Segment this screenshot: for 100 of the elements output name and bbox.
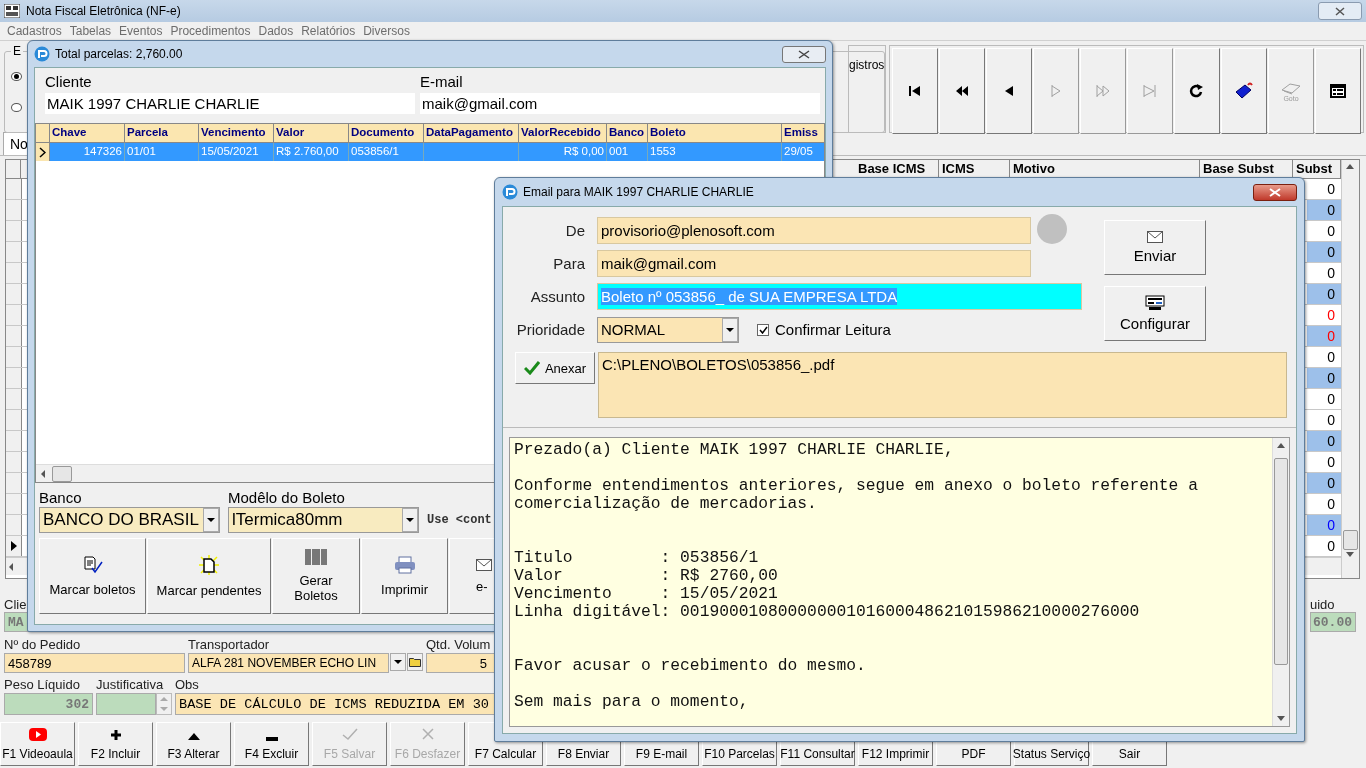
row-header-cell[interactable] xyxy=(6,221,22,241)
next-icon xyxy=(1049,84,1063,98)
menu-item[interactable]: Dados xyxy=(254,24,298,38)
attachment-field[interactable]: C:\PLENO\BOLETOS\053856_.pdf xyxy=(598,352,1287,418)
scroll-left-icon[interactable] xyxy=(41,469,46,478)
radio-button[interactable] xyxy=(11,103,22,112)
field-label: Clie xyxy=(4,597,28,612)
tag-icon xyxy=(1234,82,1254,100)
scrollbar-thumb[interactable] xyxy=(52,465,72,482)
client-name-field: MAIK 1997 CHARLIE CHARLIE xyxy=(45,93,415,114)
row-header-cell[interactable] xyxy=(6,410,22,430)
form-icon xyxy=(1329,83,1347,99)
email-field: maik@gmail.com xyxy=(420,93,820,114)
dropdown-arrow-icon[interactable] xyxy=(207,518,215,522)
column-header: ValorRecebido xyxy=(519,124,607,142)
table-cell: 15/05/2021 xyxy=(199,143,274,161)
row-header-cell[interactable] xyxy=(6,326,22,346)
order-number-field[interactable]: 458789 xyxy=(4,653,185,673)
row-header-cell[interactable] xyxy=(6,452,22,472)
rewind-icon xyxy=(955,85,969,97)
cell-value: 0 xyxy=(1327,328,1335,344)
column-header: Emiss xyxy=(783,125,819,140)
configure-button[interactable]: Configurar xyxy=(1104,285,1206,341)
cell-value: 0 xyxy=(1327,475,1335,491)
menu-item[interactable]: Procedimentos xyxy=(166,24,255,38)
close-button[interactable] xyxy=(782,45,826,63)
row-header-cell[interactable] xyxy=(36,143,50,161)
function-key-button[interactable]: F1 Videoaula xyxy=(0,722,75,766)
row-header-cell[interactable] xyxy=(6,368,22,388)
video-icon xyxy=(28,728,47,741)
function-key-button[interactable]: F4 Excluir xyxy=(234,722,309,766)
radio-button[interactable] xyxy=(11,72,22,81)
table-cell: 001 xyxy=(607,143,648,161)
priority-dropdown[interactable]: NORMAL xyxy=(597,316,739,343)
row-header-cell[interactable] xyxy=(6,473,22,493)
row-header-cell[interactable] xyxy=(6,494,22,514)
group-label: E xyxy=(11,44,23,58)
function-key-button[interactable]: F2 Incluir xyxy=(78,722,153,766)
function-key-button[interactable]: F3 Alterar xyxy=(156,722,231,766)
column-header: Documento xyxy=(349,124,424,142)
cell-value: 0 xyxy=(1327,496,1335,512)
row-header-cell[interactable] xyxy=(6,431,22,451)
folder-icon[interactable] xyxy=(407,653,423,671)
dropdown-arrow-icon[interactable] xyxy=(726,327,734,332)
to-field[interactable]: maik@gmail.com xyxy=(597,250,1031,277)
justification-field[interactable] xyxy=(96,693,156,715)
menu-item[interactable]: Relatórios xyxy=(297,24,360,38)
attach-button[interactable]: Anexar xyxy=(515,352,595,384)
vertical-scrollbar[interactable] xyxy=(1341,160,1359,578)
field-label: Qtd. Volum xyxy=(426,637,492,652)
row-header-cell[interactable] xyxy=(6,536,22,556)
envelope-icon xyxy=(476,558,492,571)
carrier-dropdown[interactable]: ALFA 281 NOVEMBER ECHO LIN xyxy=(188,653,389,673)
hint-text: Use <cont xyxy=(427,513,492,529)
template-dropdown[interactable]: lTermica80mm xyxy=(228,507,419,533)
row-header-cell[interactable] xyxy=(6,263,22,283)
field-label: De xyxy=(564,222,586,239)
navigation-button[interactable] xyxy=(1221,48,1267,134)
action-button[interactable]: Marcar pendentes xyxy=(147,538,271,614)
row-header-cell[interactable] xyxy=(6,200,22,220)
app-logo-icon xyxy=(502,184,518,200)
action-button[interactable]: Marcar boletos xyxy=(39,538,146,614)
row-header-cell[interactable] xyxy=(6,242,22,262)
scroll-down-arrow-icon[interactable] xyxy=(1346,552,1354,557)
row-pointer-icon xyxy=(39,146,46,158)
menu-item[interactable]: Diversos xyxy=(359,24,414,38)
close-icon xyxy=(1335,6,1345,16)
row-header-cell[interactable] xyxy=(6,179,22,199)
cell-value: 0 xyxy=(1327,370,1335,386)
window-title: Total parcelas: 2,760.00 xyxy=(55,47,183,61)
checkbox[interactable] xyxy=(757,323,769,336)
table-cell-text: 29/05 xyxy=(783,144,814,159)
dropdown-arrow-icon[interactable] xyxy=(406,518,414,522)
checkbox-label: Confirmar Leitura xyxy=(775,321,891,338)
close-button[interactable] xyxy=(1253,183,1297,201)
send-button[interactable]: Enviar xyxy=(1104,219,1206,275)
scroll-up-arrow-icon[interactable] xyxy=(1346,164,1354,169)
field-label: Cliente xyxy=(45,73,93,90)
from-field[interactable]: provisorio@plenosoft.com xyxy=(597,217,1031,244)
action-button[interactable]: Imprimir xyxy=(361,538,448,614)
row-header-cell[interactable] xyxy=(6,515,22,535)
up-triangle-icon xyxy=(186,732,201,741)
configure-icon xyxy=(1145,294,1165,311)
navigation-button[interactable] xyxy=(1315,48,1361,134)
bank-dropdown[interactable]: BANCO DO BRASIL xyxy=(39,507,220,533)
menu-item[interactable]: Eventos xyxy=(115,24,167,38)
action-button[interactable]: Gerar Boletos xyxy=(272,538,360,614)
previous-icon xyxy=(1003,85,1015,97)
menu-item[interactable]: Cadastros xyxy=(3,24,66,38)
field-label: Obs xyxy=(175,677,200,692)
field-label: Banco xyxy=(39,489,83,506)
column-header: DataPagamento xyxy=(424,124,519,142)
fast-forward-icon xyxy=(1095,84,1111,98)
row-header-cell[interactable] xyxy=(6,305,22,325)
row-header-cell[interactable] xyxy=(6,389,22,409)
scrollbar-thumb[interactable] xyxy=(1343,530,1358,550)
first-record-icon xyxy=(908,85,922,97)
menu-item[interactable]: Tabelas xyxy=(65,24,116,38)
row-header-cell[interactable] xyxy=(6,347,22,367)
row-header-cell[interactable] xyxy=(6,284,22,304)
